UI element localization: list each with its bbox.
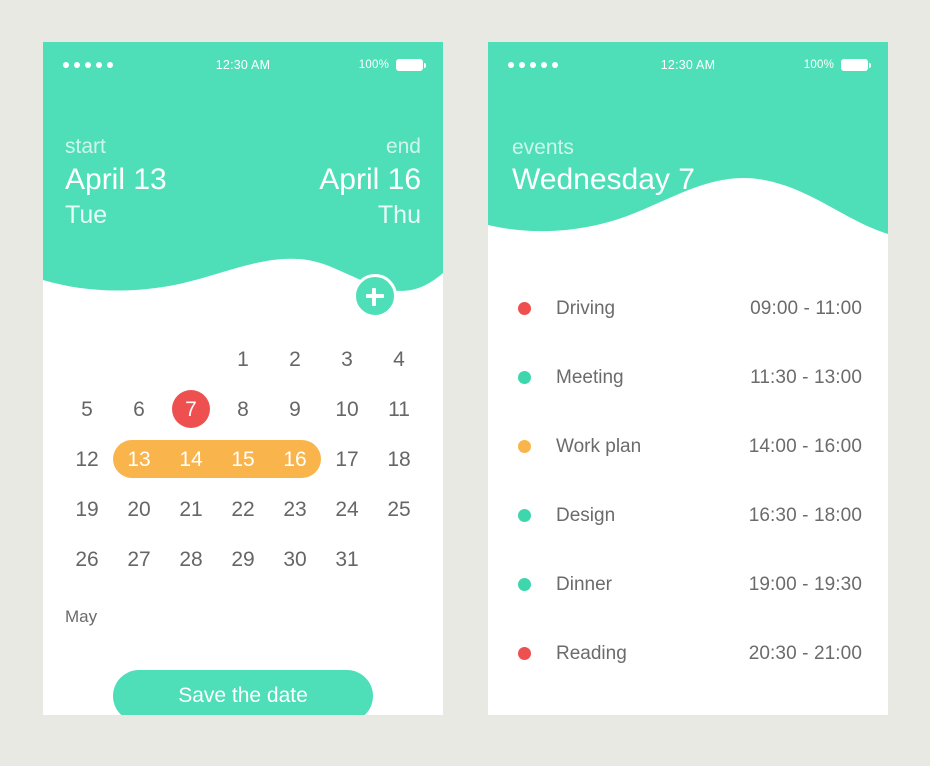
range-end-label: end [385, 135, 421, 158]
calendar-day-8[interactable]: 8 [217, 399, 269, 420]
calendar-day-26[interactable]: 26 [61, 549, 113, 570]
range-start[interactable]: start April 13 Tue [65, 135, 167, 231]
events-header-title: Wednesday 7 [512, 163, 695, 197]
range-end-date: April 16 [319, 162, 421, 196]
event-color-dot-icon [518, 302, 531, 315]
calendar-day-28[interactable]: 28 [165, 549, 217, 570]
status-bar: 12:30 AM 100% [488, 42, 888, 88]
calendar-day-14[interactable]: 14 [165, 449, 217, 470]
calendar-day-13[interactable]: 13 [113, 449, 165, 470]
events-header: events Wednesday 7 [488, 88, 888, 201]
event-color-dot-icon [518, 509, 531, 522]
month-label: May [65, 607, 98, 626]
calendar-week-row: 12 13 14 15 16 17 18 [61, 434, 425, 484]
battery-percent-label: 100% [803, 59, 834, 71]
date-range-summary: start April 13 Tue end April 16 Thu [43, 88, 443, 231]
calendar-day-20[interactable]: 20 [113, 499, 165, 520]
calendar-grid[interactable]: 1 2 3 4 5 6 7 8 9 10 11 12 13 14 15 16 17 18 19 20 21 22 23 24 2… [43, 334, 443, 584]
calendar-day-24[interactable]: 24 [321, 499, 373, 520]
event-time: 20:30 - 21:00 [748, 642, 862, 664]
event-color-dot-icon [518, 578, 531, 591]
event-row[interactable]: Work plan 14:00 - 16:00 [518, 412, 862, 481]
events-list: Driving 09:00 - 11:00 Meeting 11:30 - 13:00… [488, 274, 888, 688]
range-start-date: April 13 [65, 162, 167, 196]
event-color-dot-icon [518, 647, 531, 660]
event-time: 14:00 - 16:00 [748, 435, 862, 457]
right-header: 12:30 AM 100% events Wednesday 7 [488, 42, 888, 277]
add-event-button[interactable] [353, 274, 397, 318]
event-time: 16:30 - 18:00 [748, 504, 862, 526]
calendar-day-15[interactable]: 15 [217, 449, 269, 470]
event-row[interactable]: Dinner 19:00 - 19:30 [518, 550, 862, 619]
battery-status: 100% [803, 59, 871, 71]
event-time: 11:30 - 13:00 [750, 366, 862, 388]
calendar-week-row: 1234 [61, 334, 425, 384]
calendar-day-7[interactable]: 7 [165, 390, 217, 428]
event-name: Reading [556, 642, 627, 664]
range-end[interactable]: end April 16 Thu [319, 135, 421, 231]
calendar-day-30[interactable]: 30 [269, 549, 321, 570]
calendar-week-row: 26 27 28 29 30 31 [61, 534, 425, 584]
range-start-label: start [65, 135, 106, 158]
calendar-day-2[interactable]: 2 [269, 349, 321, 370]
calendar-day-19[interactable]: 19 [61, 499, 113, 520]
save-the-date-button[interactable]: Save the date [113, 670, 373, 715]
event-row[interactable]: Design 16:30 - 18:00 [518, 481, 862, 550]
calendar-week-row: 19 20 21 22 23 24 25 [61, 484, 425, 534]
calendar-day-25[interactable]: 25 [373, 499, 425, 520]
events-header-label: events [512, 136, 574, 159]
event-row[interactable]: Reading 20:30 - 21:00 [518, 619, 862, 688]
calendar-day-17[interactable]: 17 [321, 449, 373, 470]
date-picker-screen: 12:30 AM 100% start April 13 Tue end Apr… [43, 42, 443, 715]
calendar-day-18[interactable]: 18 [373, 449, 425, 470]
calendar-day-11[interactable]: 11 [373, 399, 425, 420]
plus-icon-vertical [371, 287, 377, 306]
calendar-day-6[interactable]: 6 [113, 399, 165, 420]
calendar-day-5[interactable]: 5 [61, 399, 113, 420]
event-name: Work plan [556, 435, 642, 457]
calendar-week-row: 5 6 7 8 9 10 11 [61, 384, 425, 434]
calendar-day-22[interactable]: 22 [217, 499, 269, 520]
status-bar: 12:30 AM 100% [43, 42, 443, 88]
events-screen: 12:30 AM 100% events Wednesday 7 Driving… [488, 42, 888, 715]
calendar-day-27[interactable]: 27 [113, 549, 165, 570]
battery-full-icon [396, 59, 426, 71]
calendar-day-1[interactable]: 1 [217, 349, 269, 370]
event-color-dot-icon [518, 371, 531, 384]
calendar-day-21[interactable]: 21 [165, 499, 217, 520]
calendar-day-9[interactable]: 9 [269, 399, 321, 420]
calendar-day-29[interactable]: 29 [217, 549, 269, 570]
calendar-day-23[interactable]: 23 [269, 499, 321, 520]
calendar-day-12[interactable]: 12 [61, 449, 113, 470]
event-row[interactable]: Driving 09:00 - 11:00 [518, 274, 862, 343]
calendar-day-31[interactable]: 31 [321, 549, 373, 570]
calendar-day-4[interactable]: 4 [373, 349, 425, 370]
calendar-day-3[interactable]: 3 [321, 349, 373, 370]
battery-percent-label: 100% [358, 59, 389, 71]
event-color-dot-icon [518, 440, 531, 453]
screenshot-canvas: 12:30 AM 100% start April 13 Tue end Apr… [0, 0, 930, 766]
event-time: 19:00 - 19:30 [748, 573, 862, 595]
calendar-day-10[interactable]: 10 [321, 399, 373, 420]
battery-full-icon [841, 59, 871, 71]
range-start-day: Tue [65, 200, 108, 229]
range-end-day: Thu [377, 200, 421, 229]
battery-status: 100% [358, 59, 426, 71]
event-name: Design [556, 504, 616, 526]
event-name: Dinner [556, 573, 612, 595]
event-name: Meeting [556, 366, 624, 388]
event-row[interactable]: Meeting 11:30 - 13:00 [518, 343, 862, 412]
event-time: 09:00 - 11:00 [750, 297, 862, 319]
event-name: Driving [556, 297, 616, 319]
calendar-day-16[interactable]: 16 [269, 449, 321, 470]
